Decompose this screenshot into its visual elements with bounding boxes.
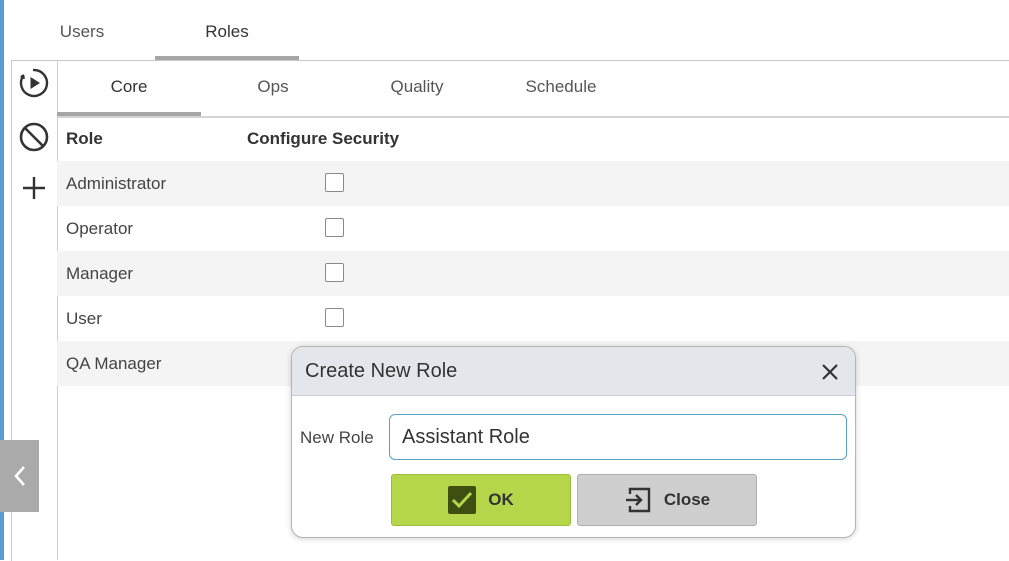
table-row[interactable]: Administrator [57,161,1009,206]
tab-users[interactable]: Users [10,0,154,60]
new-role-label: New Role [300,428,374,447]
configure-security-checkbox[interactable] [325,173,344,192]
create-role-dialog: Create New Role New Role OK Close [291,346,856,538]
ok-button[interactable]: OK [391,474,571,526]
column-header-role[interactable]: Role [66,117,103,161]
collapse-panel-button[interactable] [0,440,39,512]
close-button-label: Close [663,490,711,509]
top-tab-bar: Users Roles [10,0,1009,60]
checkmark-icon [448,486,477,514]
close-icon[interactable] [819,361,841,383]
configure-security-checkbox[interactable] [325,218,344,237]
plus-icon[interactable] [17,171,51,205]
tab-roles[interactable]: Roles [155,0,299,60]
table-row[interactable]: Operator [57,206,1009,251]
play-circle-icon[interactable] [17,66,51,100]
new-role-input[interactable] [389,414,847,460]
column-header-configure-security[interactable]: Configure Security [247,117,399,161]
ok-button-label: OK [488,490,514,509]
role-name: QA Manager [66,354,162,373]
table-row[interactable]: Manager [57,251,1009,296]
exit-icon [624,486,652,514]
tab-schedule[interactable]: Schedule [489,61,633,114]
tab-roles-label: Roles [205,22,249,41]
configure-security-checkbox[interactable] [325,263,344,282]
tab-ops-label: Ops [257,77,289,96]
close-button[interactable]: Close [577,474,757,526]
configure-security-checkbox[interactable] [325,308,344,327]
tab-ops[interactable]: Ops [201,61,345,114]
dialog-header: Create New Role [292,347,855,396]
tab-users-label: Users [59,22,105,41]
dialog-title: Create New Role [305,360,458,382]
tab-quality[interactable]: Quality [345,61,489,114]
sub-tab-bar: Core Ops Quality Schedule [57,61,1009,118]
chevron-left-icon [13,466,25,486]
role-name: Operator [66,219,134,238]
cancel-icon[interactable] [17,120,51,154]
role-name: Administrator [66,174,167,193]
role-name: Manager [66,264,134,283]
tab-core-label: Core [110,77,148,96]
grid-header: Role Configure Security [57,117,1009,161]
tab-quality-label: Quality [390,77,444,96]
tab-core[interactable]: Core [57,61,201,116]
table-row[interactable]: User [57,296,1009,341]
role-name: User [66,309,102,328]
tab-schedule-label: Schedule [525,77,597,96]
